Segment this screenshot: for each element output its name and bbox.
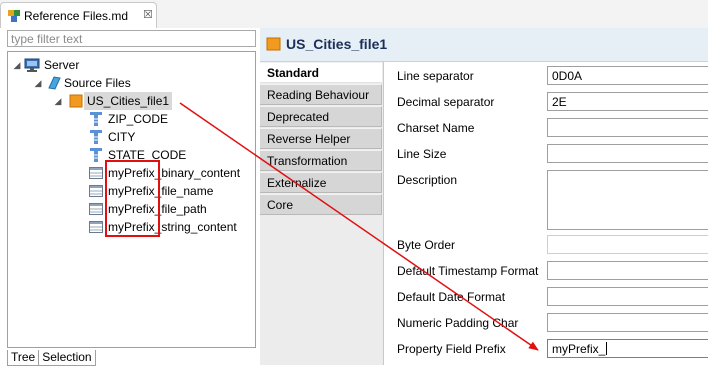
tree-label-server: Server xyxy=(44,58,80,72)
byte-order-field[interactable] xyxy=(547,235,708,254)
file-icon xyxy=(266,37,281,51)
column-icon xyxy=(90,112,102,126)
tree-row-prefix-field[interactable]: myPrefix_file_name xyxy=(8,182,255,200)
editor-tab-title: Reference Files.md xyxy=(24,9,129,23)
table-field-icon xyxy=(89,221,103,233)
left-panel: ◢ Server ◢ Source Files ◢ US_Cities_file… xyxy=(0,28,260,366)
table-field-icon xyxy=(89,185,103,197)
charset-name-label: Charset Name xyxy=(397,121,475,135)
table-field-icon xyxy=(89,203,103,215)
numeric-padding-char-field[interactable] xyxy=(547,313,708,332)
expanded-chevron-icon[interactable]: ◢ xyxy=(53,92,63,110)
tree-row-source-files[interactable]: ◢ Source Files xyxy=(8,74,255,92)
reference-files-icon xyxy=(8,10,20,22)
close-icon[interactable]: ☒ xyxy=(143,8,153,21)
byte-order-label: Byte Order xyxy=(397,238,456,252)
tree-row-server[interactable]: ◢ Server xyxy=(8,56,255,74)
properties-header: US_Cities_file1 xyxy=(260,28,708,62)
bottom-tab-bar: Tree Selection xyxy=(7,350,96,366)
column-icon xyxy=(90,130,102,144)
tab-selection[interactable]: Selection xyxy=(38,350,96,366)
tree-view[interactable]: ◢ Server ◢ Source Files ◢ US_Cities_file… xyxy=(7,51,256,348)
tree-row-column[interactable]: CITY xyxy=(8,128,255,146)
line-size-field[interactable] xyxy=(547,144,708,163)
tab-reverse-helper[interactable]: Reverse Helper xyxy=(260,128,382,149)
file-icon xyxy=(69,94,83,108)
tree-label-column: CITY xyxy=(108,130,136,144)
tree-row-prefix-field[interactable]: myPrefix_file_path xyxy=(8,200,255,218)
tab-core[interactable]: Core xyxy=(260,194,382,215)
numeric-padding-char-label: Numeric Padding Char xyxy=(397,316,519,330)
properties-panel: US_Cities_file1 Standard Reading Behavio… xyxy=(260,28,708,365)
table-field-icon xyxy=(89,167,103,179)
tree-row-prefix-field[interactable]: myPrefix_string_content xyxy=(8,218,255,236)
tree-row-prefix-field[interactable]: myPrefix_binary_content xyxy=(8,164,255,182)
tab-externalize[interactable]: Externalize xyxy=(260,172,382,193)
charset-name-field[interactable] xyxy=(547,118,708,137)
tree-label-column: STATE_CODE xyxy=(108,148,187,162)
tab-standard[interactable]: Standard xyxy=(260,62,382,83)
description-field[interactable] xyxy=(547,170,708,230)
editor-tab-strip: Reference Files.md ☒ xyxy=(0,0,708,28)
filter-input[interactable] xyxy=(7,30,256,47)
expanded-chevron-icon[interactable]: ◢ xyxy=(33,74,43,92)
decimal-separator-label: Decimal separator xyxy=(397,95,495,109)
tree-label-prefix-field: myPrefix_binary_content xyxy=(108,166,241,180)
text-caret xyxy=(606,342,608,355)
tree-row-column[interactable]: STATE_CODE xyxy=(8,146,255,164)
property-field-prefix-label: Property Field Prefix xyxy=(397,342,506,356)
source-files-icon xyxy=(48,76,61,90)
line-separator-field[interactable]: 0D0A xyxy=(547,66,708,85)
tree-label-prefix-field: myPrefix_file_name xyxy=(108,184,214,198)
tab-tree[interactable]: Tree xyxy=(7,350,40,366)
tree-label-column: ZIP_CODE xyxy=(108,112,169,126)
tree-label-prefix-field: myPrefix_string_content xyxy=(108,220,237,234)
tree-row-column[interactable]: ZIP_CODE xyxy=(8,110,255,128)
tab-transformation[interactable]: Transformation xyxy=(260,150,382,171)
property-field-prefix-value: myPrefix_ xyxy=(552,342,606,356)
server-icon xyxy=(24,58,40,72)
tab-reading-behaviour[interactable]: Reading Behaviour xyxy=(260,84,382,105)
default-date-format-field[interactable] xyxy=(547,287,708,306)
tab-deprecated[interactable]: Deprecated xyxy=(260,106,382,127)
tree-label-file: US_Cities_file1 xyxy=(84,92,173,110)
property-field-prefix-field[interactable]: myPrefix_ xyxy=(547,339,708,358)
editor-tab-reference-files[interactable]: Reference Files.md ☒ xyxy=(0,2,157,28)
default-timestamp-format-field[interactable] xyxy=(547,261,708,280)
default-timestamp-format-label: Default Timestamp Format xyxy=(397,264,539,278)
line-size-label: Line Size xyxy=(397,147,447,161)
description-label: Description xyxy=(397,173,458,187)
properties-title: US_Cities_file1 xyxy=(286,36,388,52)
tree-row-file[interactable]: ◢ US_Cities_file1 xyxy=(8,92,255,110)
properties-tab-list: Standard Reading Behaviour Deprecated Re… xyxy=(260,62,383,365)
default-date-format-label: Default Date Format xyxy=(397,290,506,304)
tree-label-source-files: Source Files xyxy=(64,76,131,90)
decimal-separator-field[interactable]: 2E xyxy=(547,92,708,111)
line-separator-label: Line separator xyxy=(397,69,474,83)
properties-form: Line separator 0D0A Decimal separator 2E… xyxy=(383,62,708,365)
column-icon xyxy=(90,148,102,162)
expanded-chevron-icon[interactable]: ◢ xyxy=(12,56,22,74)
tree-label-prefix-field: myPrefix_file_path xyxy=(108,202,207,216)
